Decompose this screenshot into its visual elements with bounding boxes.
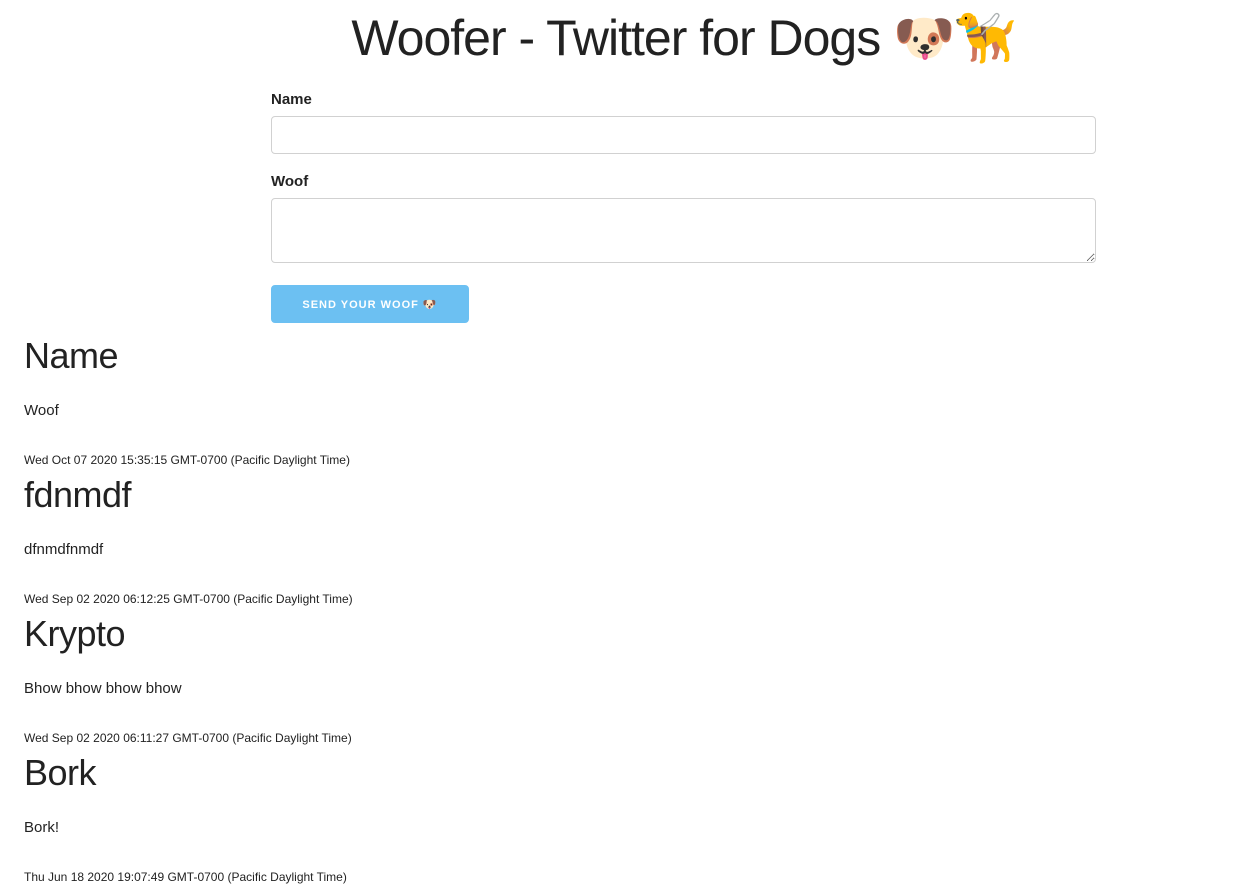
woof-author: Bork <box>24 752 97 793</box>
woof-form: Name Woof Send your woof 🐶 <box>271 88 1096 323</box>
woof-label: Woof <box>271 173 309 190</box>
woof-content: Bork! <box>24 819 60 836</box>
woof-item: fdnmdf dfnmdfnmdf Wed Sep 02 2020 06:12:… <box>24 472 1224 611</box>
name-input[interactable] <box>271 116 1096 154</box>
send-woof-button[interactable]: Send your woof 🐶 <box>271 285 469 323</box>
woof-author: Krypto <box>24 613 126 654</box>
woof-author: fdnmdf <box>24 474 132 515</box>
woof-list: Name Woof Wed Oct 07 2020 15:35:15 GMT-0… <box>24 333 1224 889</box>
woof-timestamp: Wed Sep 02 2020 06:12:25 GMT-0700 (Pacif… <box>24 592 353 606</box>
woof-timestamp: Wed Sep 02 2020 06:11:27 GMT-0700 (Pacif… <box>24 731 352 745</box>
woof-content: Woof <box>24 402 59 419</box>
woof-item: Bork Bork! Thu Jun 18 2020 19:07:49 GMT-… <box>24 750 1224 889</box>
woof-content: dfnmdfnmdf <box>24 541 104 558</box>
name-label: Name <box>271 91 312 108</box>
woof-textarea[interactable] <box>271 198 1096 263</box>
woof-content: Bhow bhow bhow bhow <box>24 680 182 697</box>
woof-timestamp: Thu Jun 18 2020 19:07:49 GMT-0700 (Pacif… <box>24 870 347 884</box>
page-title: Woofer - Twitter for Dogs 🐶🦮 <box>351 10 1016 66</box>
woof-item: Krypto Bhow bhow bhow bhow Wed Sep 02 20… <box>24 611 1224 750</box>
woof-item: Name Woof Wed Oct 07 2020 15:35:15 GMT-0… <box>24 333 1224 472</box>
woof-timestamp: Wed Oct 07 2020 15:35:15 GMT-0700 (Pacif… <box>24 453 350 467</box>
woof-author: Name <box>24 335 119 376</box>
